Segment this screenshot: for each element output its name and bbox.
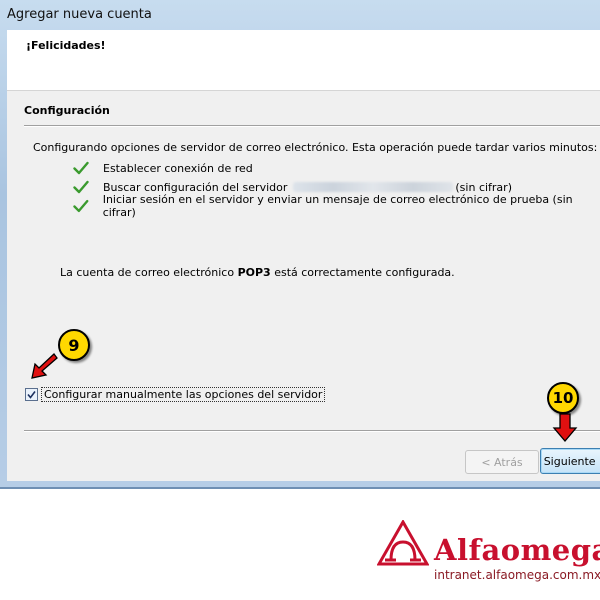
manual-config-checkbox[interactable] (25, 387, 38, 401)
check-icon (73, 199, 89, 213)
title-bar[interactable]: Agregar nueva cuenta (0, 0, 600, 30)
manual-config-label[interactable]: Configurar manualmente las opciones del … (41, 386, 326, 402)
next-button[interactable]: Siguiente > (540, 448, 600, 474)
check-icon (73, 180, 89, 194)
step-network: Establecer conexión de red (73, 159, 253, 177)
pointer-arrow-icon (31, 353, 58, 379)
manual-config-option[interactable]: Configurar manualmente las opciones del … (25, 386, 326, 402)
footer-divider (24, 430, 600, 432)
dialog-window: Agregar nueva cuenta ¡Felicidades! Confi… (0, 0, 600, 489)
success-suffix: está correctamente configurada. (270, 266, 455, 279)
checkmark-icon (27, 390, 36, 399)
brand-name: Alfaomega (434, 533, 600, 567)
pointer-arrow-icon (552, 413, 578, 443)
success-prefix: La cuenta de correo electrónico (60, 266, 238, 279)
step-suffix: (sin cifrar) (455, 180, 512, 194)
congrats-heading: ¡Felicidades! (26, 39, 106, 52)
success-protocol: POP3 (237, 266, 271, 279)
step-label: Iniciar sesión en el servidor y enviar u… (102, 193, 573, 219)
check-icon (73, 161, 89, 175)
step-label: Buscar configuración del servidor (103, 180, 288, 194)
back-button[interactable]: < Atrás (465, 450, 539, 474)
alfaomega-logo-icon (377, 520, 429, 566)
section-divider (24, 125, 600, 127)
brand-domain: intranet.alfaomega.com.mx (434, 568, 600, 582)
success-message: La cuenta de correo electrónico POP3 est… (60, 266, 455, 279)
step-login-test: Iniciar sesión en el servidor y enviar u… (73, 193, 600, 219)
header-panel: ¡Felicidades! (7, 30, 600, 91)
section-title: Configuración (24, 104, 110, 117)
step-label: Establecer conexión de red (103, 161, 253, 175)
window-title: Agregar nueva cuenta (7, 7, 152, 22)
dialog-content: ¡Felicidades! Configuración Configurando… (7, 30, 600, 481)
redacted-server-address (293, 182, 454, 192)
progress-description: Configurando opciones de servidor de cor… (33, 141, 598, 154)
step-number-badge: 10 (547, 382, 579, 414)
step-number-badge: 9 (58, 329, 90, 361)
